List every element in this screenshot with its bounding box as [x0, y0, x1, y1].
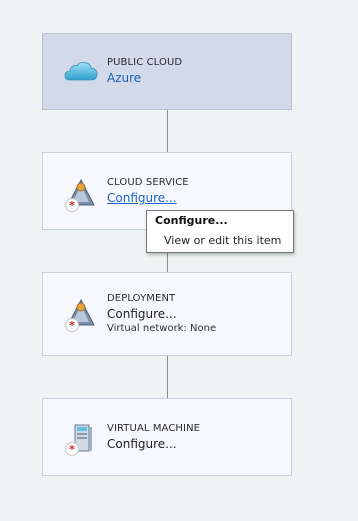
- virtual-machine-icon: *: [63, 421, 99, 457]
- virtual-machine-configure-link[interactable]: Configure...: [107, 437, 200, 451]
- connector-line-3: [167, 356, 168, 398]
- public-cloud-value[interactable]: Azure: [107, 71, 182, 85]
- deployment-configure-link[interactable]: Configure...: [107, 307, 216, 321]
- card-type-label: CLOUD SERVICE: [107, 177, 189, 188]
- card-type-label: VIRTUAL MACHINE: [107, 423, 201, 434]
- virtual-machine-card[interactable]: * VIRTUAL MACHINE Configure...: [42, 398, 292, 476]
- tooltip-title: Configure...: [155, 214, 228, 227]
- deployment-icon: *: [63, 297, 99, 333]
- cloud-icon: [63, 54, 99, 90]
- card-type-label: DEPLOYMENT: [107, 293, 176, 304]
- configure-tooltip: Configure... View or edit this item: [146, 210, 294, 253]
- public-cloud-card[interactable]: PUBLIC CLOUD Azure: [42, 33, 292, 110]
- cloud-service-configure-link[interactable]: Configure...: [107, 191, 189, 205]
- tooltip-description: View or edit this item: [164, 234, 282, 247]
- cloud-service-icon: *: [63, 177, 99, 213]
- svg-text:*: *: [69, 443, 75, 456]
- connector-line-1: [167, 110, 168, 152]
- svg-text:*: *: [69, 199, 75, 212]
- card-type-label: PUBLIC CLOUD: [107, 57, 183, 68]
- deployment-card[interactable]: * DEPLOYMENT Configure... Virtual networ…: [42, 272, 292, 356]
- svg-text:*: *: [69, 319, 75, 332]
- deployment-detail: Virtual network: None: [107, 323, 217, 334]
